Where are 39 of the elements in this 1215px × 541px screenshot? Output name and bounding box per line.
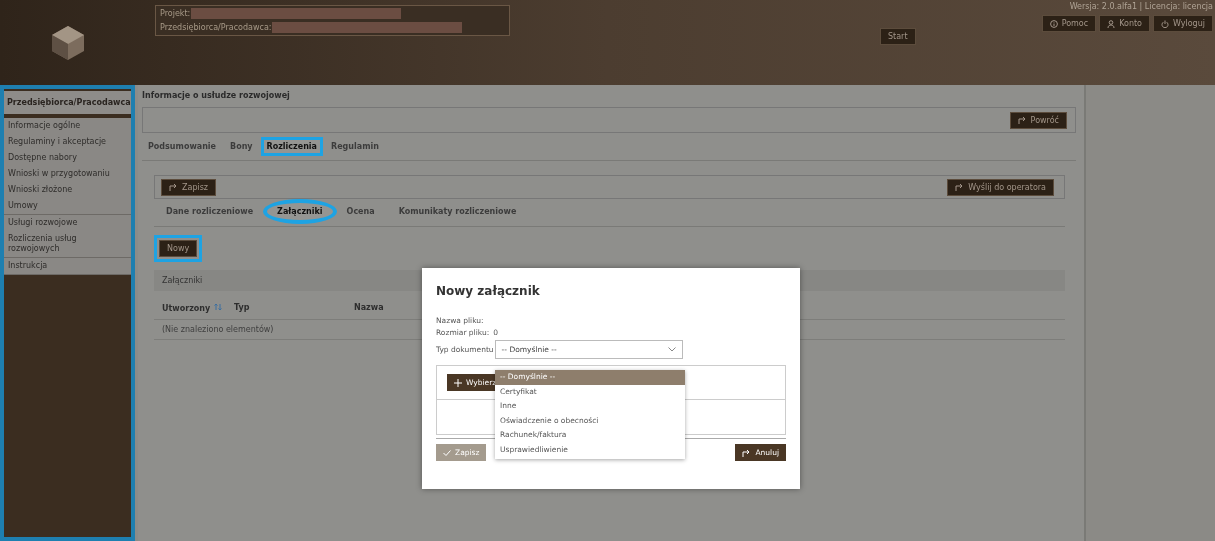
sidebar-item[interactable]: Rozliczenia usług rozwojowych	[4, 231, 131, 257]
check-icon	[443, 449, 451, 456]
header-button[interactable]: Konto	[1099, 15, 1150, 32]
subtab[interactable]: Załączniki	[263, 199, 337, 224]
sidebar-item[interactable]: Wnioski w przygotowaniu	[4, 166, 131, 182]
sidebar-item[interactable]: Umowy	[4, 198, 131, 214]
page-title: Informacje o usłudze rozwojowej	[142, 91, 291, 100]
sidebar-item[interactable]: Usługi rozwojowe	[4, 215, 131, 231]
sidebar-item[interactable]: Instrukcja	[4, 258, 131, 274]
new-button[interactable]: Nowy	[159, 240, 198, 257]
save-button[interactable]: Zapisz	[161, 178, 217, 196]
header-button[interactable]: Pomoc	[1041, 15, 1097, 32]
sidebar-item[interactable]: Dostępne nabory	[4, 150, 131, 166]
sidebar-item[interactable]: Informacje ogólne	[4, 118, 131, 134]
tab[interactable]: Regulamin	[325, 137, 385, 156]
sidebar-item[interactable]: Wnioski złożone	[4, 182, 131, 198]
start-button[interactable]: Start	[880, 28, 916, 45]
back-button[interactable]: Powróć	[1009, 111, 1067, 129]
redo-arrow-icon	[169, 183, 178, 191]
info-icon	[1049, 19, 1058, 28]
column-header[interactable]: Typ	[234, 303, 354, 313]
header-button[interactable]: Wyloguj	[1153, 15, 1213, 32]
tab[interactable]: Rozliczenia	[260, 137, 323, 156]
column-header[interactable]: Utworzony	[162, 303, 234, 313]
send-button[interactable]: Wyślij do operatora	[947, 178, 1054, 196]
power-icon	[1161, 19, 1169, 28]
redo-arrow-icon	[1017, 116, 1027, 124]
plus-icon	[454, 378, 462, 387]
version-text: Wersja: 2.0.alfa1 | Licencja: licencja	[1069, 2, 1213, 11]
sort-icon[interactable]	[214, 304, 223, 313]
redo-arrow-icon	[742, 448, 752, 457]
tab[interactable]: Podsumowanie	[142, 137, 223, 156]
project-label: Projekt:	[160, 9, 191, 18]
user-icon	[1107, 19, 1116, 28]
tab[interactable]: Bony	[224, 137, 259, 156]
employer-label: Przedsiębiorca/Pracodawca:	[160, 23, 272, 32]
sidebar-title: Przedsiębiorca/Pracodawca	[4, 91, 131, 114]
redo-arrow-icon	[955, 183, 965, 191]
chevron-down-icon	[667, 347, 676, 352]
